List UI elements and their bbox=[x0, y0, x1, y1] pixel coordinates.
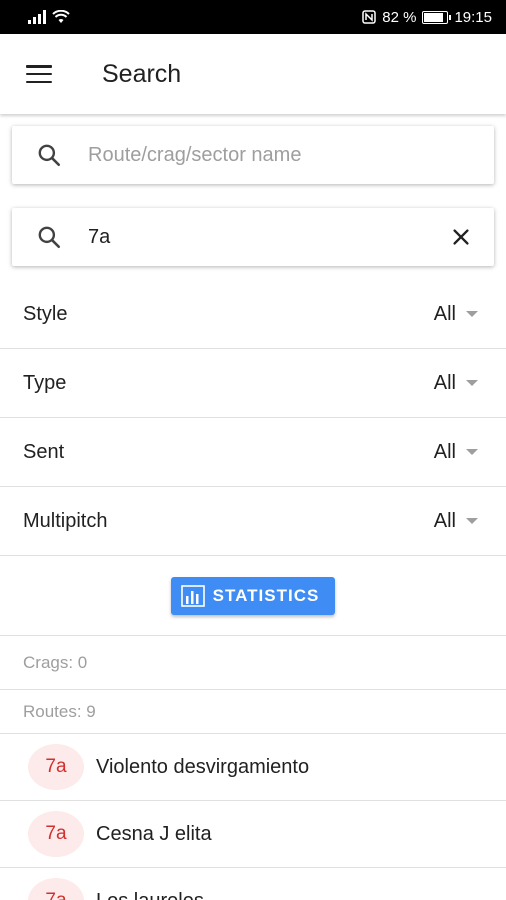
search-icon bbox=[38, 144, 61, 167]
grade-search-input[interactable]: 7a bbox=[88, 226, 450, 249]
menu-icon[interactable] bbox=[26, 65, 52, 83]
grade-badge: 7a bbox=[28, 811, 84, 857]
grade-badge: 7a bbox=[28, 744, 84, 790]
name-search-input[interactable]: Route/crag/sector name bbox=[88, 144, 472, 167]
clock: 19:15 bbox=[454, 8, 492, 26]
chevron-down-icon bbox=[466, 518, 478, 524]
battery-percent: 82 % bbox=[382, 8, 417, 26]
filter-value: All bbox=[433, 371, 456, 394]
crags-count: Crags: 0 bbox=[0, 636, 506, 690]
filter-type[interactable]: Type All bbox=[0, 349, 506, 418]
status-bar: 82 % 19:15 bbox=[0, 0, 506, 34]
filter-dropdown[interactable]: All bbox=[434, 303, 478, 326]
route-list-item[interactable]: 7a Cesna J elita bbox=[0, 801, 506, 868]
statistics-button[interactable]: STATISTICS bbox=[170, 576, 336, 615]
page-title: Search bbox=[102, 59, 182, 88]
bar-chart-icon bbox=[180, 584, 205, 607]
filter-label: Type bbox=[23, 371, 67, 394]
signal-icon bbox=[28, 10, 46, 24]
wifi-icon bbox=[52, 10, 70, 23]
filter-list: Style All Type All Sent All Multipitch A… bbox=[0, 280, 506, 556]
app-bar: Search bbox=[0, 34, 506, 114]
route-list-item[interactable]: 7a Los laureles bbox=[0, 868, 506, 900]
name-search-field[interactable]: Route/crag/sector name bbox=[12, 126, 494, 184]
route-name: Violento desvirgamiento bbox=[96, 755, 310, 778]
statistics-label: STATISTICS bbox=[212, 585, 320, 605]
filter-style[interactable]: Style All bbox=[0, 280, 506, 349]
route-name: Cesna J elita bbox=[96, 822, 212, 845]
status-left bbox=[28, 10, 70, 24]
filter-multipitch[interactable]: Multipitch All bbox=[0, 487, 506, 556]
filter-sent[interactable]: Sent All bbox=[0, 418, 506, 487]
grade-badge: 7a bbox=[28, 878, 84, 900]
filter-value: All bbox=[433, 509, 456, 532]
route-list-item[interactable]: 7a Violento desvirgamiento bbox=[0, 734, 506, 801]
filter-value: All bbox=[433, 302, 456, 325]
chevron-down-icon bbox=[466, 449, 478, 455]
filter-label: Style bbox=[23, 302, 68, 325]
filter-dropdown[interactable]: All bbox=[434, 510, 478, 533]
filter-value: All bbox=[433, 440, 456, 463]
statistics-section: STATISTICS bbox=[0, 556, 506, 636]
nfc-icon bbox=[362, 10, 376, 24]
status-right: 82 % 19:15 bbox=[362, 9, 492, 26]
filter-label: Sent bbox=[23, 440, 65, 463]
filter-dropdown[interactable]: All bbox=[434, 441, 478, 464]
route-name: Los laureles bbox=[96, 890, 204, 900]
grade-search-field[interactable]: 7a bbox=[12, 208, 494, 266]
routes-count: Routes: 9 bbox=[0, 690, 506, 734]
filter-label: Multipitch bbox=[23, 509, 108, 532]
filter-dropdown[interactable]: All bbox=[434, 372, 478, 395]
chevron-down-icon bbox=[466, 311, 478, 317]
chevron-down-icon bbox=[466, 380, 478, 386]
close-icon[interactable] bbox=[450, 226, 472, 248]
search-icon bbox=[38, 226, 61, 249]
battery-icon bbox=[422, 10, 452, 24]
